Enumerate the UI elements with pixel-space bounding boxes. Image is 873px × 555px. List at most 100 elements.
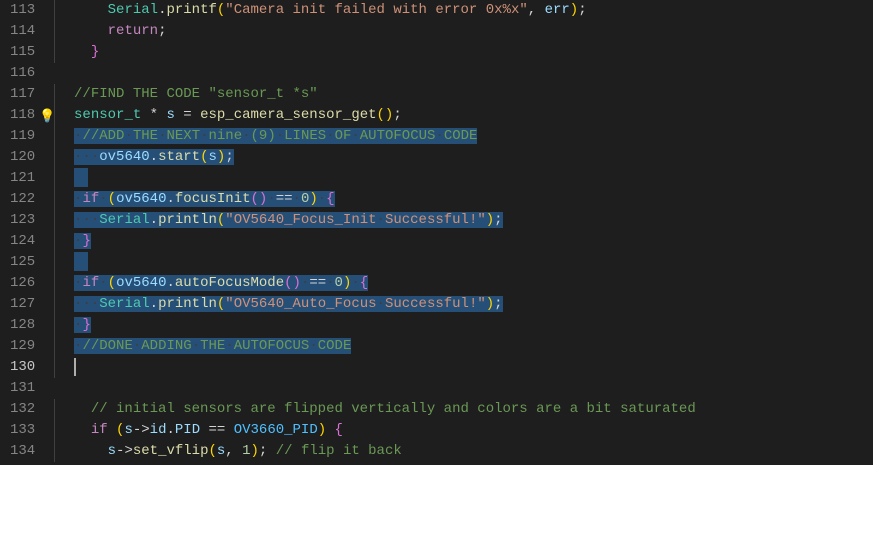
lightbulb-icon[interactable]: 💡 <box>39 106 55 127</box>
code-line[interactable] <box>57 378 873 399</box>
token: OF <box>335 128 352 144</box>
token: println <box>158 212 217 228</box>
code-line[interactable]: ·} <box>57 315 873 336</box>
code-line[interactable]: ·if·(ov5640.autoFocusMode()·==·0)·{ <box>57 273 873 294</box>
token: ··· <box>74 212 99 228</box>
code-line[interactable]: //FIND THE CODE "sensor_t *s" <box>57 84 873 105</box>
token: = <box>175 107 200 123</box>
token: * <box>141 107 166 123</box>
code-line[interactable] <box>57 357 873 378</box>
token: ( <box>108 191 116 207</box>
code-line[interactable]: ·} <box>57 231 873 252</box>
token: ··· <box>74 149 99 165</box>
token: "Camera init failed with error 0x%x" <box>225 2 527 18</box>
token: autoFocusMode <box>175 275 284 291</box>
code-line[interactable] <box>57 252 873 273</box>
token: sensor_t <box>74 107 141 123</box>
code-line[interactable] <box>57 63 873 84</box>
token: s <box>166 107 174 123</box>
token: if <box>91 422 108 438</box>
code-line[interactable]: 💡 sensor_t * s = esp_camera_sensor_get()… <box>57 105 873 126</box>
code-line[interactable]: return; <box>57 21 873 42</box>
token: , <box>225 443 242 459</box>
code-line[interactable]: if (s->id.PID == OV3660_PID) { <box>57 420 873 441</box>
token: · <box>192 338 200 354</box>
token: · <box>351 275 359 291</box>
line-number: 116 <box>10 63 35 84</box>
token: ; <box>158 23 166 39</box>
token: ov5640 <box>116 191 166 207</box>
code-editor[interactable]: 1131141151161171181191201211221231241251… <box>0 0 873 465</box>
line-number: 124 <box>10 231 35 252</box>
token: . <box>166 191 174 207</box>
token: { <box>360 275 368 291</box>
token: · <box>200 128 208 144</box>
token: ; <box>494 296 502 312</box>
token: -> <box>133 422 150 438</box>
token: } <box>82 233 90 249</box>
token: . <box>166 275 174 291</box>
token: ADDING <box>141 338 191 354</box>
code-line[interactable]: s->set_vflip(s, 1); // flip it back <box>57 441 873 462</box>
token: { <box>326 191 334 207</box>
code-line[interactable]: ···Serial.println("OV5640_Focus_Init·Suc… <box>57 210 873 231</box>
token: · <box>99 275 107 291</box>
token: ) <box>309 191 317 207</box>
token: . <box>166 422 174 438</box>
line-number: 129 <box>10 336 35 357</box>
token: ov5640 <box>99 149 149 165</box>
token: () <box>251 191 268 207</box>
token: } <box>82 317 90 333</box>
token: ) <box>486 296 494 312</box>
token: . <box>150 296 158 312</box>
code-line[interactable] <box>57 168 873 189</box>
line-number: 118 <box>10 105 35 126</box>
line-number: 134 <box>10 441 35 462</box>
line-number: 123 <box>10 210 35 231</box>
token: s <box>209 149 217 165</box>
token: · <box>326 275 334 291</box>
token: s <box>124 422 132 438</box>
token: println <box>158 296 217 312</box>
line-number: 113 <box>10 0 35 21</box>
token: OV3660_PID <box>234 422 318 438</box>
token: . <box>150 212 158 228</box>
code-line[interactable]: ·//ADD·THE·NEXT·nine·(9)·LINES·OF·AUTOFO… <box>57 126 873 147</box>
token: · <box>377 296 385 312</box>
code-line[interactable]: ·if·(ov5640.focusInit()·==·0)·{ <box>57 189 873 210</box>
code-line[interactable]: } <box>57 42 873 63</box>
token: "OV5640_Focus_Init <box>225 212 376 228</box>
token: s <box>108 443 116 459</box>
line-number: 122 <box>10 189 35 210</box>
token: · <box>267 191 275 207</box>
token: //ADD <box>82 128 124 144</box>
token: NEXT <box>166 128 200 144</box>
token: ) <box>570 2 578 18</box>
token: · <box>377 212 385 228</box>
token: ; <box>259 443 276 459</box>
code-line[interactable]: ···ov5640.start(s); <box>57 147 873 168</box>
line-number: 127 <box>10 294 35 315</box>
line-number: 130 <box>10 357 35 378</box>
token: //FIND THE CODE "sensor_t *s" <box>74 86 318 102</box>
token: AUTOFOCUS <box>234 338 310 354</box>
line-number: 114 <box>10 21 35 42</box>
code-line[interactable]: Serial.printf("Camera init failed with e… <box>57 0 873 21</box>
token: focusInit <box>175 191 251 207</box>
token: () <box>377 107 394 123</box>
code-area[interactable]: Serial.printf("Camera init failed with e… <box>53 0 873 465</box>
line-number: 128 <box>10 315 35 336</box>
token: ) <box>318 422 326 438</box>
token: start <box>158 149 200 165</box>
token: err <box>545 2 570 18</box>
line-number-gutter: 1131141151161171181191201211221231241251… <box>0 0 53 465</box>
token: // flip it back <box>276 443 402 459</box>
token: ( <box>200 149 208 165</box>
token: · <box>351 128 359 144</box>
token: CODE <box>444 128 478 144</box>
token: 0 <box>335 275 343 291</box>
token: . <box>150 149 158 165</box>
code-line[interactable]: ···Serial.println("OV5640_Auto_Focus·Suc… <box>57 294 873 315</box>
code-line[interactable]: // initial sensors are flipped verticall… <box>57 399 873 420</box>
code-line[interactable]: ·//DONE·ADDING·THE·AUTOFOCUS·CODE <box>57 336 873 357</box>
